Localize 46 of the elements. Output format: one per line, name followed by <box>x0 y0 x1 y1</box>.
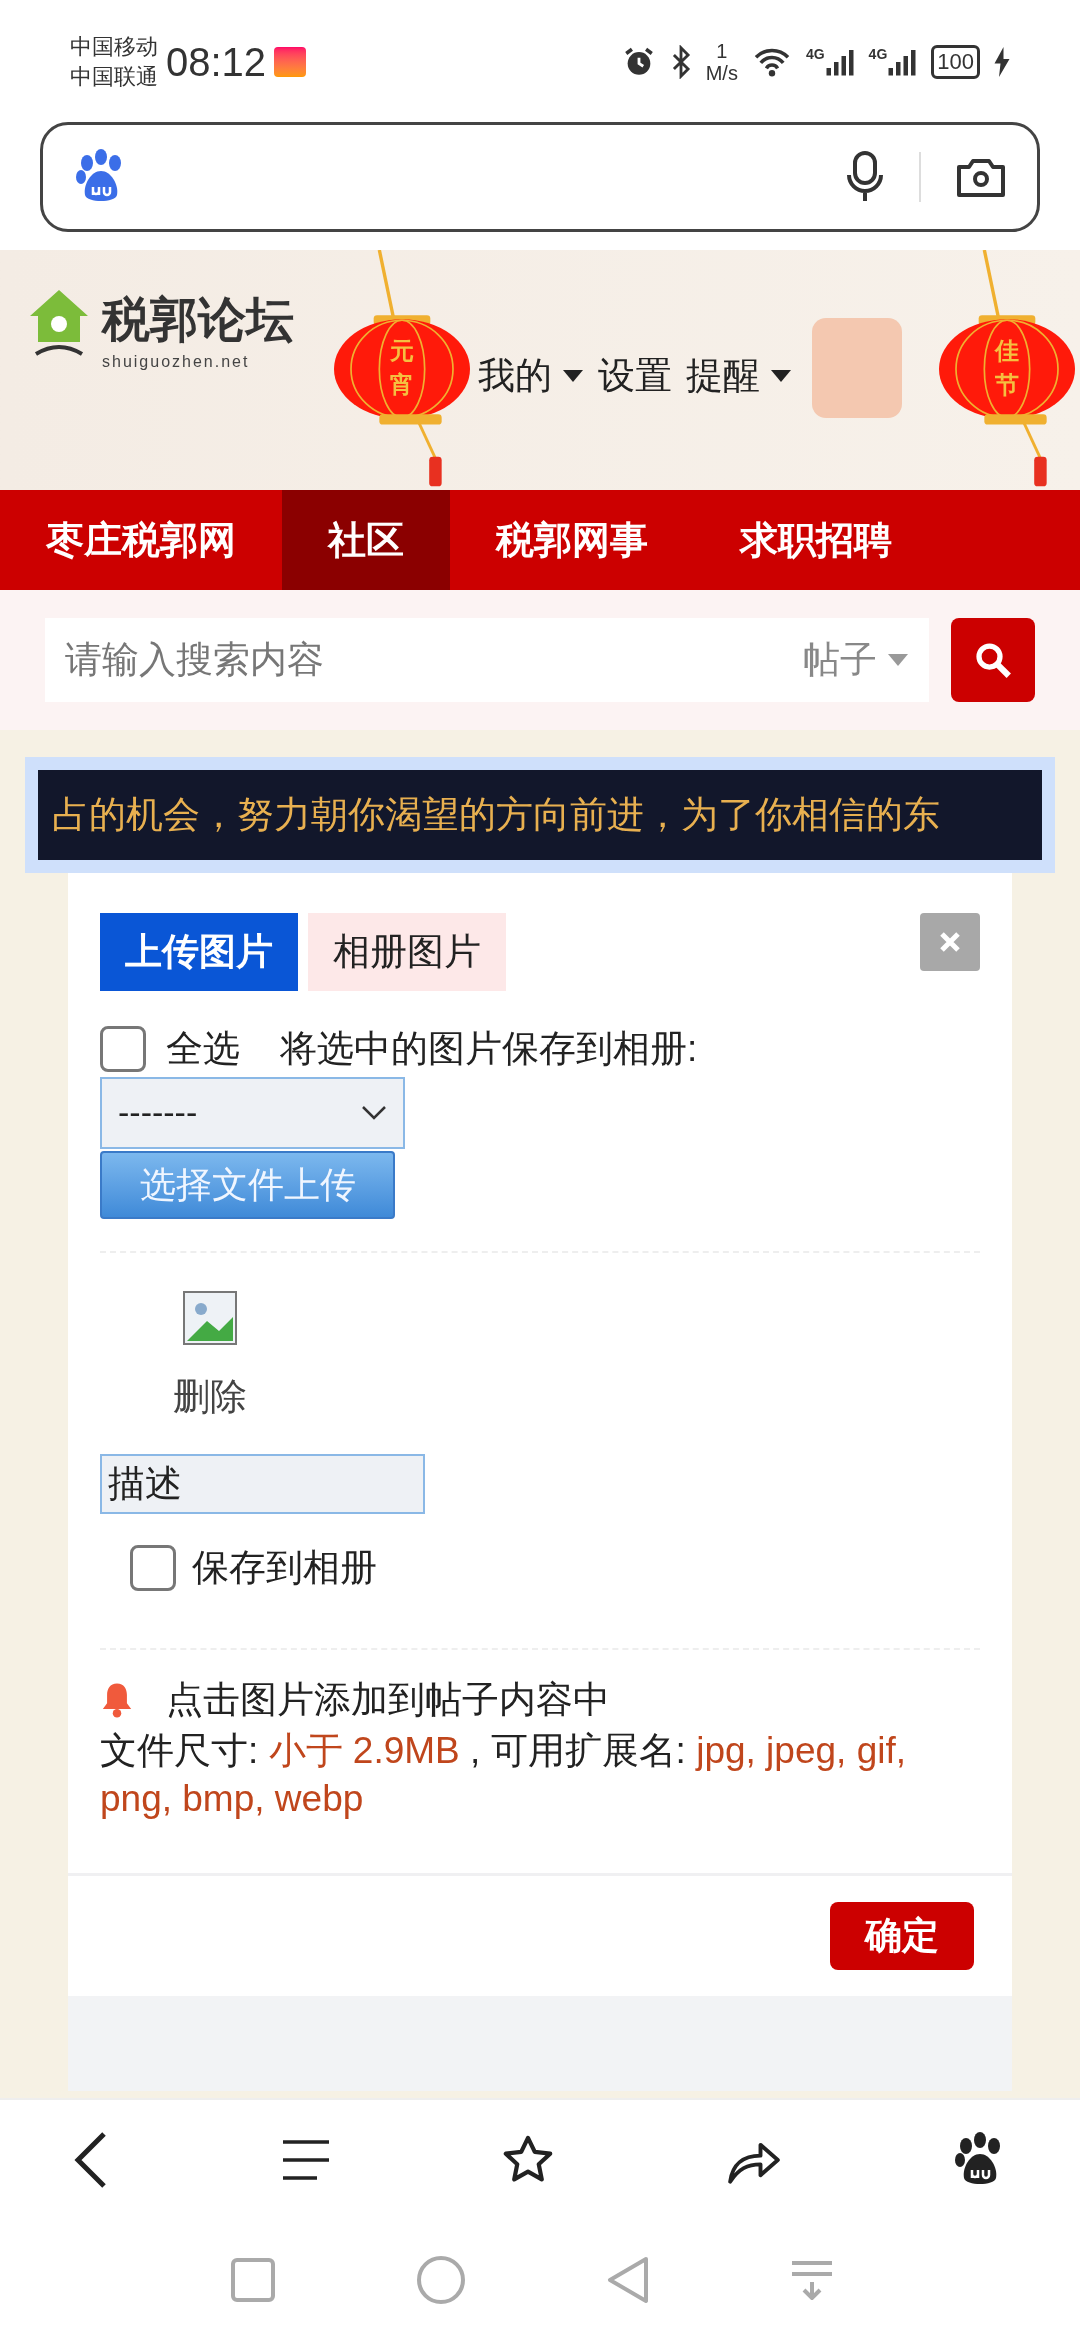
speed-unit: M/s <box>705 62 738 84</box>
carrier-label: 中国移动 <box>70 33 158 61</box>
caret-icon <box>887 653 909 667</box>
dialog-tab[interactable]: 上传图片 <box>100 913 298 991</box>
hint-text: 点击图片添加到帖子内容中 <box>166 1677 610 1722</box>
search-field[interactable]: 请输入搜索内容 帖子 <box>45 618 929 702</box>
close-icon <box>938 930 962 954</box>
site-logo-url: shuiguozhen.net <box>102 352 251 372</box>
search-button[interactable] <box>951 618 1035 702</box>
microphone-icon[interactable] <box>845 151 885 203</box>
delete-link[interactable]: 删除 <box>173 1368 247 1424</box>
file-info-text: 文件尺寸: 小于 2.9MB , 可用扩展名: jpg, jpeg, gif, png, bmp, webp <box>100 1729 907 1821</box>
scrolling-notice-text: 占的机会，努力朝你渴望的方向前进，为了你相信的东 <box>52 793 940 838</box>
charging-icon <box>994 47 1010 77</box>
caret-icon <box>770 368 792 383</box>
signal-icon <box>887 47 918 77</box>
signal-icon <box>824 47 855 77</box>
select-all-label: 全选 <box>166 1027 240 1071</box>
save-to-album-checkbox[interactable] <box>130 1544 176 1591</box>
user-menu-link[interactable]: 设置 <box>598 348 672 404</box>
image-placeholder-icon[interactable] <box>183 1290 237 1345</box>
carrier-label: 中国联通 <box>70 63 158 91</box>
lantern-text: 元宵 <box>390 336 414 400</box>
save-selected-label: 将选中的图片保存到相册: <box>280 1027 698 1071</box>
search-scope-dropdown[interactable]: 帖子 <box>803 632 909 688</box>
dialog-tab[interactable]: 相册图片 <box>308 913 506 991</box>
album-select[interactable]: ------- <box>100 1076 405 1149</box>
caret-icon <box>562 368 584 383</box>
description-field[interactable]: 描述 <box>100 1454 425 1514</box>
user-menu-link[interactable]: 我的 <box>478 348 584 404</box>
save-to-album-label: 保存到相册 <box>192 1546 377 1590</box>
user-menu-link[interactable]: 提醒 <box>686 348 792 404</box>
browser-search-bar[interactable] <box>40 122 1040 232</box>
clock-time: 08:12 <box>166 39 267 86</box>
menu-icon[interactable] <box>281 2138 331 2182</box>
battery-indicator: 100 <box>931 45 980 79</box>
app-notification-icon <box>274 47 307 77</box>
site-logo-title[interactable]: 税郭论坛 <box>102 288 294 350</box>
lantern-text: 佳节 <box>995 336 1019 400</box>
nav-tab[interactable]: 社区 <box>282 490 450 590</box>
network-type-label: 4G <box>868 47 888 61</box>
select-all-checkbox[interactable] <box>100 1025 146 1072</box>
speed-value: 1 <box>716 40 728 62</box>
confirm-button[interactable]: 确定 <box>830 1902 974 1970</box>
network-type-label: 4G <box>805 47 825 61</box>
chevron-down-icon <box>361 1104 387 1121</box>
